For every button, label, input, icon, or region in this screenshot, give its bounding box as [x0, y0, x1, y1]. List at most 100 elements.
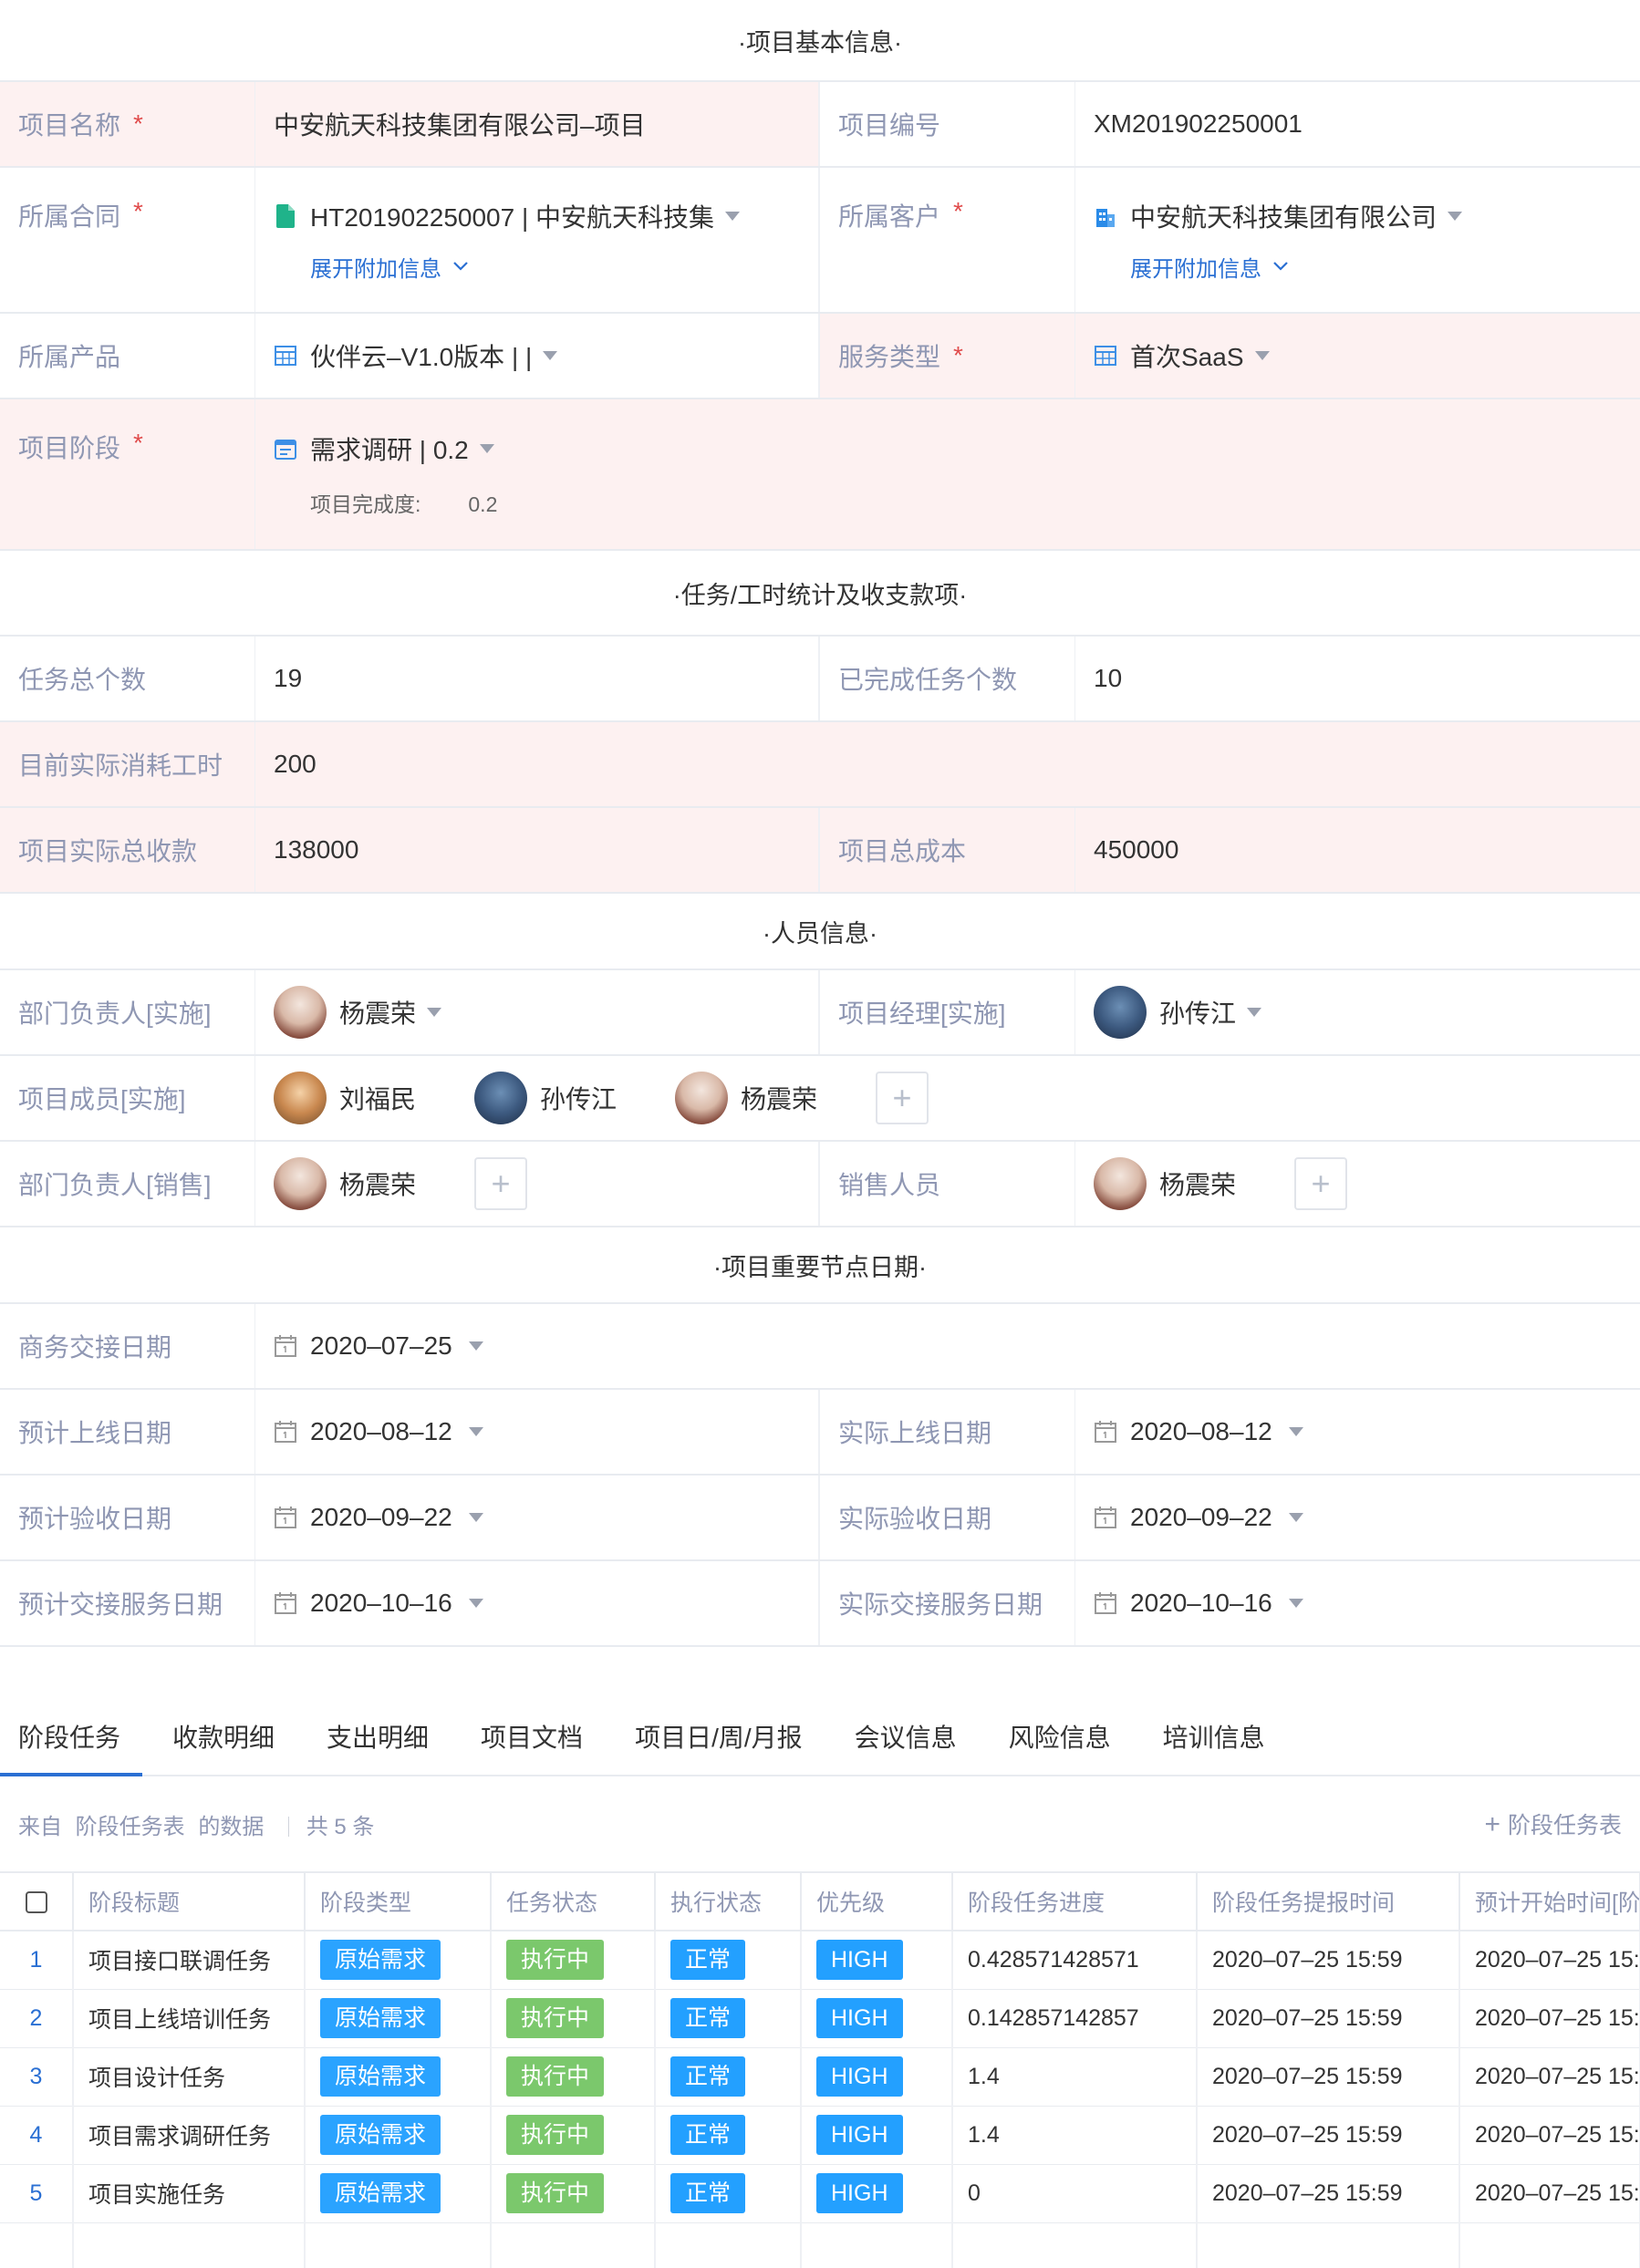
field-plan-online: 预计上线日期 2020–08–12: [0, 1390, 820, 1474]
cell-start: 2020–07–25 15:59: [1459, 1931, 1640, 1990]
exec-tag: 正常: [670, 1998, 746, 2038]
add-member-button[interactable]: +: [876, 1072, 929, 1124]
tab-reports[interactable]: 项目日/周/月报: [635, 1718, 803, 1775]
column-header[interactable]: 执行状态: [655, 1871, 802, 1931]
table-row[interactable]: 2 项目上线培训任务 原始需求 执行中 正常 HIGH 0.1428571428…: [0, 1989, 1640, 2048]
member-item[interactable]: 孙传江: [474, 1072, 617, 1124]
plan-online-picker[interactable]: 2020–08–12: [255, 1390, 818, 1474]
status-tag: 执行中: [506, 1998, 605, 2038]
row-product: 所属产品 伙伴云–V1.0版本 | | 服务类型 * 首次SaaS: [0, 314, 1640, 399]
sales-label: 销售人员: [820, 1142, 1075, 1226]
calendar-icon: [275, 1592, 296, 1614]
actual-accept-picker[interactable]: 2020–09–22: [1075, 1476, 1640, 1559]
total-tasks-value: 19: [274, 664, 303, 692]
select-all-checkbox[interactable]: [0, 1871, 74, 1931]
tab-meetings[interactable]: 会议信息: [855, 1718, 957, 1775]
tab-risks[interactable]: 风险信息: [1009, 1718, 1111, 1775]
tab-training[interactable]: 培训信息: [1163, 1718, 1265, 1775]
pm-label: 项目经理[实施]: [820, 970, 1075, 1054]
expand-extra-info-button[interactable]: 展开附加信息: [1130, 251, 1289, 283]
status-tag: 执行中: [506, 2173, 605, 2213]
plan-accept-picker[interactable]: 2020–09–22: [255, 1476, 818, 1559]
field-pm: 项目经理[实施] 孙传江: [820, 970, 1640, 1054]
table-row[interactable]: 5 项目实施任务 原始需求 执行中 正常 HIGH 0 2020–07–25 1…: [0, 2164, 1640, 2223]
column-header[interactable]: 预计开始时间[阶: [1459, 1871, 1640, 1931]
source-prefix: 来自: [18, 1814, 62, 1839]
table-row[interactable]: 4 项目需求调研任务 原始需求 执行中 正常 HIGH 1.4 2020–07–…: [0, 2106, 1640, 2165]
tab-receipts[interactable]: 收款明细: [172, 1718, 275, 1775]
plan-service-picker[interactable]: 2020–10–16: [255, 1561, 818, 1645]
stage-label: 项目阶段: [18, 434, 121, 462]
product-label: 所属产品: [0, 314, 255, 398]
contract-select[interactable]: HT201902250007 | 中安航天科技集: [274, 198, 741, 234]
chevron-down-icon: [453, 262, 468, 271]
tab-expenses[interactable]: 支出明细: [327, 1718, 429, 1775]
empty-cell: [801, 2222, 953, 2268]
project-name-value[interactable]: 中安航天科技集团有限公司–项目: [255, 82, 818, 166]
field-project-name: 项目名称 * 中安航天科技集团有限公司–项目: [0, 82, 820, 166]
cell-start: 2020–07–25 15:59: [1459, 2164, 1640, 2223]
calendar-list-icon: [274, 436, 297, 461]
column-header[interactable]: 任务状态: [491, 1871, 656, 1931]
field-plan-service: 预计交接服务日期 2020–10–16: [0, 1561, 820, 1645]
field-label: 所属合同 *: [0, 168, 255, 312]
person-item[interactable]: 杨震荣: [274, 1157, 416, 1210]
stage-select[interactable]: 需求调研 | 0.2: [274, 430, 494, 467]
member-item[interactable]: 杨震荣: [675, 1072, 817, 1124]
table-row[interactable]: 3 项目设计任务 原始需求 执行中 正常 HIGH 1.4 2020–07–25…: [0, 2047, 1640, 2107]
cell-type: 原始需求: [305, 2106, 492, 2165]
date-text: 2020–08–12: [310, 1417, 452, 1445]
priority-tag: HIGH: [816, 2115, 903, 2155]
biz-handover-picker[interactable]: 2020–07–25: [255, 1304, 1640, 1388]
pm-select[interactable]: 孙传江: [1075, 970, 1640, 1054]
row-task-count: 任务总个数 19 已完成任务个数 10: [0, 637, 1640, 722]
actual-online-picker[interactable]: 2020–08–12: [1075, 1390, 1640, 1474]
cell-progress: 1.4: [952, 2106, 1198, 2165]
column-header[interactable]: 阶段任务提报时间: [1197, 1871, 1460, 1931]
column-header[interactable]: 阶段标题: [73, 1871, 306, 1931]
product-select[interactable]: 伙伴云–V1.0版本 | |: [255, 314, 818, 398]
dept-head-impl-select[interactable]: 杨震荣: [255, 970, 818, 1054]
column-header[interactable]: 优先级: [801, 1871, 953, 1931]
chevron-down-icon: [1247, 1008, 1262, 1017]
add-stage-task-button[interactable]: + 阶段任务表: [1484, 1807, 1622, 1840]
stage-task-table: 阶段标题 阶段类型 任务状态 执行状态 优先级 阶段任务进度 阶段任务提报时间 …: [0, 1871, 1640, 2268]
add-person-button[interactable]: +: [1294, 1157, 1348, 1210]
table-row[interactable]: 1 项目接口联调任务 原始需求 执行中 正常 HIGH 0.4285714285…: [0, 1931, 1640, 1990]
cell-start: 2020–07–25 15:59: [1459, 2047, 1640, 2107]
completion-value: 0.2: [468, 492, 498, 516]
service-select[interactable]: 首次SaaS: [1075, 314, 1640, 398]
calendar-icon: [1095, 1507, 1116, 1528]
divider: [288, 1816, 290, 1837]
date-display: 2020–07–25: [274, 1331, 483, 1361]
detail-tabs: 阶段任务 收款明细 支出明细 项目文档 项目日/周/月报 会议信息 风险信息 培…: [0, 1704, 1640, 1776]
table-header-row: 阶段标题 阶段类型 任务状态 执行状态 优先级 阶段任务进度 阶段任务提报时间 …: [0, 1871, 1640, 1931]
column-header[interactable]: 阶段任务进度: [952, 1871, 1198, 1931]
document-icon: [274, 203, 297, 229]
source-table-link[interactable]: 阶段任务表: [76, 1815, 185, 1839]
section-title-people: ·人员信息·: [0, 894, 1640, 970]
empty-cell: [1197, 2222, 1460, 2268]
column-header[interactable]: 阶段类型: [305, 1871, 492, 1931]
chevron-down-icon: [1273, 262, 1288, 271]
tab-stage-tasks[interactable]: 阶段任务: [0, 1718, 143, 1776]
tab-documents[interactable]: 项目文档: [481, 1718, 583, 1775]
chevron-down-icon: [468, 1341, 483, 1351]
expand-extra-info-button[interactable]: 展开附加信息: [310, 251, 469, 283]
status-tag: 执行中: [506, 1940, 605, 1981]
member-item[interactable]: 刘福民: [274, 1072, 416, 1124]
avatar: [675, 1072, 729, 1124]
actual-service-picker[interactable]: 2020–10–16: [1075, 1561, 1640, 1645]
cell-status: 执行中: [491, 1989, 656, 2048]
status-tag: 执行中: [506, 2056, 605, 2097]
date-text: 2020–10–16: [310, 1589, 452, 1617]
income-label: 项目实际总收款: [0, 808, 255, 892]
empty-cell: [655, 2222, 802, 2268]
add-person-button[interactable]: +: [474, 1157, 528, 1210]
calendar-icon: [1095, 1421, 1116, 1443]
cell-progress: 0.428571428571: [952, 1931, 1198, 1990]
person-item[interactable]: 杨震荣: [1094, 1157, 1236, 1210]
date-display: 2020–09–22: [274, 1503, 483, 1532]
customer-select[interactable]: 中安航天科技集团有限公司: [1094, 198, 1463, 234]
calendar-icon: [1095, 1592, 1116, 1614]
